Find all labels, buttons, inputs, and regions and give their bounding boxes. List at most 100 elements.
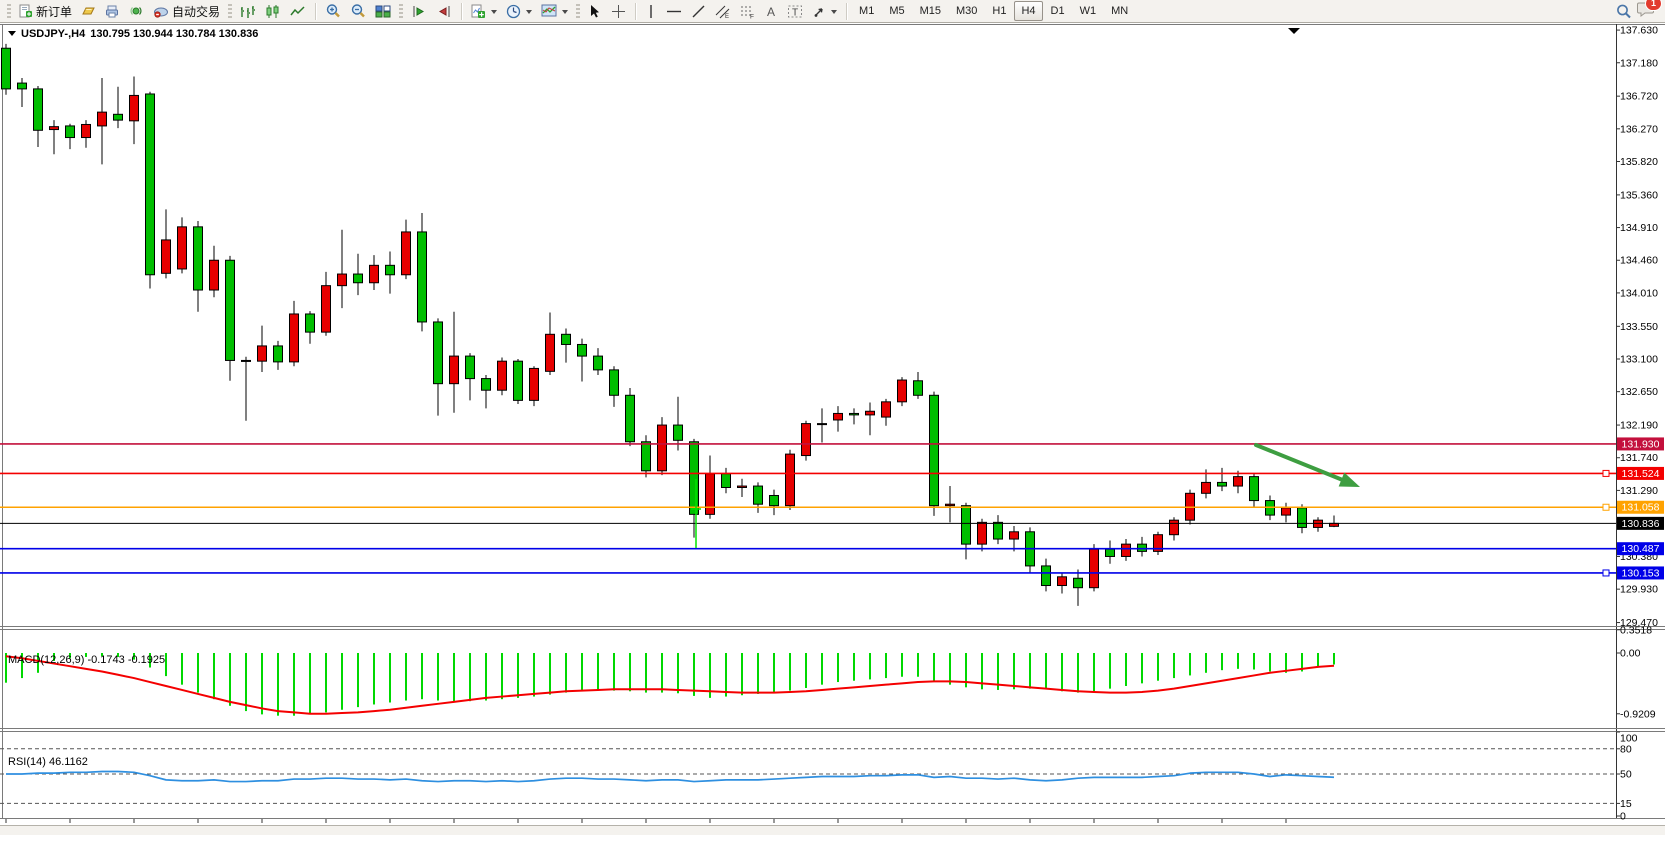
- candles-layer: [2, 44, 1339, 606]
- candle-body: [690, 442, 699, 515]
- signal-button[interactable]: [125, 0, 148, 22]
- timeframe-button-mn[interactable]: MN: [1104, 1, 1135, 21]
- horizontal-line-tool-button[interactable]: [662, 0, 686, 22]
- preview-button[interactable]: [101, 0, 124, 22]
- candle-body: [210, 260, 219, 290]
- candle: [818, 408, 827, 442]
- auto-scroll-button[interactable]: [407, 0, 431, 22]
- line-handle[interactable]: [1603, 504, 1609, 510]
- zoom-out-button[interactable]: [346, 0, 370, 22]
- macd-pane[interactable]: 0.35180.00-0.9209: [6, 624, 1656, 720]
- candle-body: [242, 360, 251, 361]
- candle-body: [770, 495, 779, 505]
- arrows-tool-button[interactable]: [808, 0, 841, 22]
- candle: [882, 399, 891, 426]
- fibonacci-tool-button[interactable]: F: [736, 0, 760, 22]
- candle-body: [1298, 508, 1307, 528]
- timeframe-button-h1[interactable]: H1: [985, 1, 1013, 21]
- trend-arrow[interactable]: [1256, 445, 1349, 483]
- level-badge: 131.058: [1617, 501, 1664, 514]
- toolbar-grip[interactable]: [228, 4, 232, 19]
- candle: [834, 406, 843, 431]
- chart-window[interactable]: 137.630137.180136.720136.270135.820135.3…: [0, 23, 1665, 835]
- candle-body: [1074, 578, 1083, 587]
- crosshair-icon: [611, 4, 626, 19]
- dropdown-caret-icon: [831, 10, 837, 17]
- price-tick-label: 129.930: [1620, 584, 1658, 596]
- candle: [898, 377, 907, 406]
- toolbar-grip[interactable]: [576, 4, 580, 19]
- cursor-tool-button[interactable]: [584, 0, 606, 22]
- candle: [18, 78, 27, 107]
- timeframe-button-h4[interactable]: H4: [1014, 1, 1042, 21]
- price-tick-label: 137.180: [1620, 57, 1658, 69]
- line-handle[interactable]: [1603, 570, 1609, 576]
- chart-shift-icon: [436, 4, 452, 19]
- chart-dropdown-icon[interactable]: [8, 31, 16, 40]
- rsi-pane[interactable]: 1008050150: [0, 732, 1638, 823]
- new-order-button[interactable]: 新订单: [15, 0, 76, 22]
- candle-body: [1234, 477, 1243, 486]
- timeframe-button-d1[interactable]: D1: [1044, 1, 1072, 21]
- timeframe-bar: M1M5M15M30H1H4D1W1MN: [852, 1, 1135, 21]
- dropdown-caret-icon: [491, 10, 497, 17]
- trendline-tool-button[interactable]: [687, 0, 710, 22]
- crosshair-tool-button[interactable]: [607, 0, 630, 22]
- candle: [530, 366, 539, 406]
- fibonacci-icon: F: [740, 4, 756, 19]
- candle-body: [626, 395, 635, 441]
- line-chart-mode-button[interactable]: [286, 0, 310, 22]
- candle: [306, 311, 315, 344]
- chart-title-row[interactable]: USDJPY-,H4 130.795 130.944 130.784 130.8…: [8, 27, 258, 40]
- template-button[interactable]: [537, 0, 572, 22]
- candle: [1282, 503, 1291, 523]
- rsi-tick-label: 50: [1620, 769, 1632, 781]
- candle-body: [594, 356, 603, 370]
- candle: [770, 490, 779, 515]
- chat-button[interactable]: 1: [1637, 1, 1655, 22]
- add-indicator-button[interactable]: [467, 0, 501, 22]
- candle-body: [1090, 549, 1099, 587]
- rsi-tick-label: 80: [1620, 743, 1632, 755]
- chart-canvas[interactable]: 137.630137.180136.720136.270135.820135.3…: [0, 23, 1665, 842]
- candle: [322, 272, 331, 336]
- candle: [274, 341, 283, 370]
- chart-shift-button[interactable]: [432, 0, 456, 22]
- candle-body: [290, 314, 299, 362]
- search-button[interactable]: [1611, 0, 1636, 22]
- period-clock-button[interactable]: [502, 0, 536, 22]
- candle-body: [1250, 477, 1259, 501]
- candle: [850, 408, 859, 424]
- price-badge-label: 130.153: [1622, 567, 1660, 579]
- candle: [690, 439, 699, 538]
- zoom-in-button[interactable]: [321, 0, 345, 22]
- channel-tool-button[interactable]: E: [711, 0, 735, 22]
- candle-body: [930, 395, 939, 505]
- candle: [562, 328, 571, 362]
- toolbar-grip[interactable]: [399, 4, 403, 19]
- text-tool-button[interactable]: A: [761, 0, 782, 22]
- label-tool-button[interactable]: T: [783, 0, 807, 22]
- timeframe-button-m15[interactable]: M15: [913, 1, 948, 21]
- trend-arrow-head[interactable]: [1339, 473, 1360, 487]
- timeframe-button-m30[interactable]: M30: [949, 1, 984, 21]
- tile-windows-button[interactable]: [371, 0, 395, 22]
- candlestick-mode-button[interactable]: [261, 0, 285, 22]
- timeframe-button-m5[interactable]: M5: [882, 1, 911, 21]
- toolbar-grip[interactable]: [7, 4, 11, 19]
- timeframe-button-m1[interactable]: M1: [852, 1, 881, 21]
- notification-badge: 1: [1645, 0, 1662, 11]
- candle: [354, 254, 363, 295]
- auto-trading-button[interactable]: 自动交易: [149, 0, 224, 22]
- zoom-in-icon: [325, 3, 341, 19]
- gold-button[interactable]: [77, 0, 100, 22]
- bar-chart-mode-button[interactable]: [236, 0, 260, 22]
- candle: [162, 209, 171, 278]
- price-badge-label: 131.930: [1622, 438, 1660, 450]
- vertical-line-tool-button[interactable]: [641, 0, 661, 22]
- timeframe-button-w1[interactable]: W1: [1073, 1, 1104, 21]
- candle-body: [754, 486, 763, 504]
- line-handle[interactable]: [1603, 470, 1609, 476]
- text-a-icon: A: [765, 4, 778, 19]
- candle: [802, 421, 811, 461]
